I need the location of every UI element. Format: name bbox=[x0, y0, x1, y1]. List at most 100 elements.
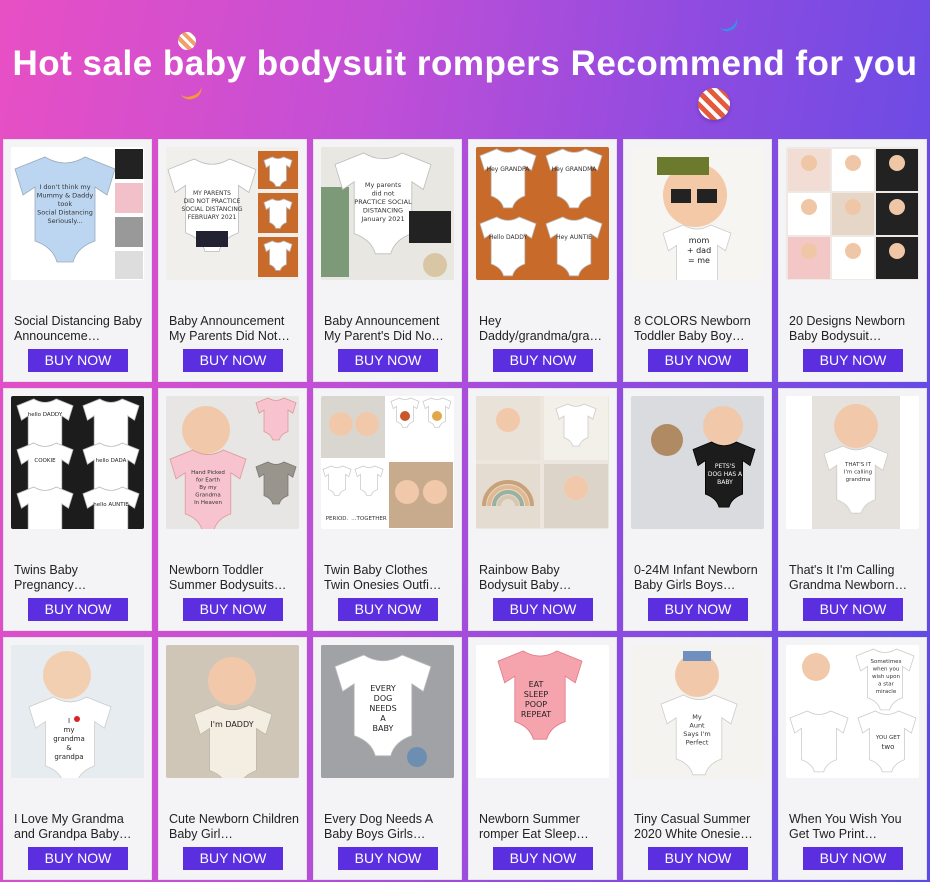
print-text: I don't think my bbox=[39, 183, 90, 191]
buy-now-button[interactable]: BUY NOW bbox=[28, 349, 128, 372]
product-photo-icon: hello DADDY COOKIE hello DADA hello AUNTIE bbox=[11, 396, 144, 529]
product-card[interactable]: Imy grandma & grandpa I Love My Grandma and … bbox=[3, 637, 152, 880]
product-image[interactable]: PERIOD. ...TOGETHER bbox=[321, 396, 454, 529]
product-name[interactable]: Twins Baby Pregnancy… bbox=[14, 563, 146, 593]
product-card[interactable]: 20 Designs Newborn Baby Bodysuit… BUY NOW bbox=[778, 139, 927, 382]
print-text: Says I'm bbox=[683, 730, 710, 738]
buy-now-button[interactable]: BUY NOW bbox=[493, 349, 593, 372]
streamer-decoration-icon bbox=[715, 10, 741, 35]
product-name[interactable]: Newborn Summer romper Eat Sleep… bbox=[479, 812, 611, 842]
buy-now-button[interactable]: BUY NOW bbox=[648, 349, 748, 372]
print-text: Perfect bbox=[686, 739, 709, 747]
buy-now-button[interactable]: BUY NOW bbox=[648, 847, 748, 870]
baby-face bbox=[423, 480, 447, 504]
buy-now-button[interactable]: BUY NOW bbox=[648, 598, 748, 621]
product-name[interactable]: Tiny Casual Summer 2020 White Onesie… bbox=[634, 812, 766, 842]
print-text: hello DADA bbox=[96, 458, 127, 464]
buy-now-button[interactable]: BUY NOW bbox=[493, 598, 593, 621]
buy-now-button[interactable]: BUY NOW bbox=[338, 847, 438, 870]
buy-now-button[interactable]: BUY NOW bbox=[338, 349, 438, 372]
print-text: POOP bbox=[525, 700, 547, 709]
product-name[interactable]: When You Wish You Get Two Print… bbox=[789, 812, 921, 842]
promo-banner: Hot sale baby bodysuit rompers Recommend… bbox=[0, 0, 930, 138]
print-text: I'm calling bbox=[844, 470, 872, 476]
product-photo-icon: MyAuntSays I'mPerfect bbox=[631, 645, 764, 778]
product-name[interactable]: 8 COLORS Newborn Toddler Baby Boy… bbox=[634, 314, 766, 344]
print-text: PERIOD. bbox=[326, 516, 349, 522]
product-name[interactable]: Every Dog Needs A Baby Boys Girls… bbox=[324, 812, 456, 842]
buy-now-button[interactable]: BUY NOW bbox=[28, 847, 128, 870]
product-image[interactable]: Hey GRANDPA Hey GRANDMA Hello DADDY Hey AUN… bbox=[476, 147, 609, 280]
print-text: Aunt bbox=[689, 722, 705, 730]
product-card[interactable]: PERIOD. ...TOGETHER Twin Baby Clothes Twin… bbox=[313, 388, 462, 631]
product-card[interactable]: EVERY DOG NEEDS A BABY Every Dog Needs A Baby… bbox=[313, 637, 462, 880]
product-name[interactable]: Twin Baby Clothes Twin Onesies Outfi… bbox=[324, 563, 456, 593]
product-image[interactable]: I'm DADDY bbox=[166, 645, 299, 778]
product-image[interactable]: EAT SLEEP POOP REPEAT bbox=[476, 645, 609, 778]
product-card[interactable]: MY PARENTS DID NOT PRACTICE SOCIAL DISTANC… bbox=[158, 139, 307, 382]
product-image[interactable]: Hand Picked for Earth By my Grandma In Heave… bbox=[166, 396, 299, 529]
product-card[interactable]: mom + dad = me 8 COLORS Newborn Toddler Bab… bbox=[623, 139, 772, 382]
product-image[interactable]: Sometimes when you wish upon a star miracle Y… bbox=[786, 645, 919, 778]
print-text: Mummy & Daddy bbox=[37, 192, 94, 200]
product-name[interactable]: I Love My Grandma and Grandpa Baby… bbox=[14, 812, 146, 842]
buy-now-button[interactable]: BUY NOW bbox=[493, 847, 593, 870]
buy-now-button[interactable]: BUY NOW bbox=[183, 598, 283, 621]
product-image[interactable]: PETS'S DOG HAS A BABY bbox=[631, 396, 764, 529]
product-image[interactable]: THAT'S IT I'm calling grandma bbox=[786, 396, 919, 529]
print-text: January 2021 bbox=[360, 215, 404, 223]
product-card[interactable]: My Aunt Says I'm Perfect Tiny Casual Summer … bbox=[623, 637, 772, 880]
product-image[interactable]: I don't think my Mummy & Daddy took Social … bbox=[11, 147, 144, 280]
product-card[interactable]: Hey GRANDPA Hey GRANDMA Hello DADDY Hey AUN… bbox=[468, 139, 617, 382]
product-card[interactable]: Rainbow Baby Bodysuit Baby… BUY NOW bbox=[468, 388, 617, 631]
buy-now-button[interactable]: BUY NOW bbox=[338, 598, 438, 621]
dog-head bbox=[651, 424, 683, 456]
product-name[interactable]: Newborn Toddler Summer Bodysuits… bbox=[169, 563, 301, 593]
product-card[interactable]: THAT'S IT I'm calling grandma That's It I'm… bbox=[778, 388, 927, 631]
product-card[interactable]: My parents did not PRACTICE SOCIAL DISTANCI… bbox=[313, 139, 462, 382]
product-card[interactable]: I don't think my Mummy & Daddy took Social … bbox=[3, 139, 152, 382]
product-name[interactable]: 20 Designs Newborn Baby Bodysuit… bbox=[789, 314, 921, 344]
product-photo-icon: PERIOD. ...TOGETHER bbox=[321, 396, 454, 529]
product-photo-icon: MY PARENTSDID NOT PRACTICESOCIAL DISTANC… bbox=[166, 147, 299, 280]
buy-now-button[interactable]: BUY NOW bbox=[803, 349, 903, 372]
baby-face bbox=[845, 155, 861, 171]
print-text: BABY bbox=[717, 479, 733, 486]
baby-face bbox=[889, 155, 905, 171]
print-text: mom bbox=[689, 236, 710, 245]
buy-now-button[interactable]: BUY NOW bbox=[28, 598, 128, 621]
product-image[interactable]: MY PARENTS DID NOT PRACTICE SOCIAL DISTANC… bbox=[166, 147, 299, 280]
product-image[interactable]: mom + dad = me bbox=[631, 147, 764, 280]
product-name[interactable]: 0-24M Infant Newborn Baby Girls Boys… bbox=[634, 563, 766, 593]
product-name[interactable]: Baby Announcement My Parents Did Not… bbox=[169, 314, 301, 344]
product-card[interactable]: Sometimes when you wish upon a star miracle Y… bbox=[778, 637, 927, 880]
product-card[interactable]: PETS'S DOG HAS A BABY 0-24M Infant Newborn … bbox=[623, 388, 772, 631]
product-image[interactable] bbox=[786, 147, 919, 280]
print-text: YOU GET bbox=[875, 735, 901, 741]
product-name[interactable]: Cute Newborn Children Baby Girl… bbox=[169, 812, 301, 842]
product-photo-icon: PETS'SDOG HAS ABABY bbox=[631, 396, 764, 529]
product-image[interactable]: Imy grandma & grandpa bbox=[11, 645, 144, 778]
buy-now-button[interactable]: BUY NOW bbox=[183, 847, 283, 870]
product-name[interactable]: Social Distancing Baby Announceme… bbox=[14, 314, 146, 344]
product-image[interactable]: hello DADDY COOKIE hello DADA hello AUNTIE bbox=[11, 396, 144, 529]
product-image[interactable]: EVERY DOG NEEDS A BABY bbox=[321, 645, 454, 778]
print-text: MY PARENTS bbox=[193, 190, 231, 197]
product-card[interactable]: Hand Picked for Earth By my Grandma In Heave… bbox=[158, 388, 307, 631]
product-card[interactable]: I'm DADDY Cute Newborn Children Baby Girl… bbox=[158, 637, 307, 880]
print-text: did not bbox=[372, 190, 395, 198]
product-photo-icon: Sometimes when youwish upon a starmiracle Y… bbox=[786, 645, 919, 778]
product-image[interactable] bbox=[476, 396, 609, 529]
product-name[interactable]: Hey Daddy/grandma/gra… bbox=[479, 314, 611, 344]
product-card[interactable]: hello DADDY COOKIE hello DADA hello AUNTIE T… bbox=[3, 388, 152, 631]
product-name[interactable]: That's It I'm Calling Grandma Newborn… bbox=[789, 563, 921, 593]
product-image[interactable]: My parents did not PRACTICE SOCIAL DISTANCI… bbox=[321, 147, 454, 280]
product-card[interactable]: EAT SLEEP POOP REPEAT Newborn Summer romper … bbox=[468, 637, 617, 880]
buy-now-button[interactable]: BUY NOW bbox=[803, 598, 903, 621]
buy-now-button[interactable]: BUY NOW bbox=[183, 349, 283, 372]
product-image[interactable]: My Aunt Says I'm Perfect bbox=[631, 645, 764, 778]
product-name[interactable]: Rainbow Baby Bodysuit Baby… bbox=[479, 563, 611, 593]
print-text: COOKIE bbox=[34, 458, 56, 464]
buy-now-button[interactable]: BUY NOW bbox=[803, 847, 903, 870]
product-name[interactable]: Baby Announcement My Parent's Did No… bbox=[324, 314, 456, 344]
